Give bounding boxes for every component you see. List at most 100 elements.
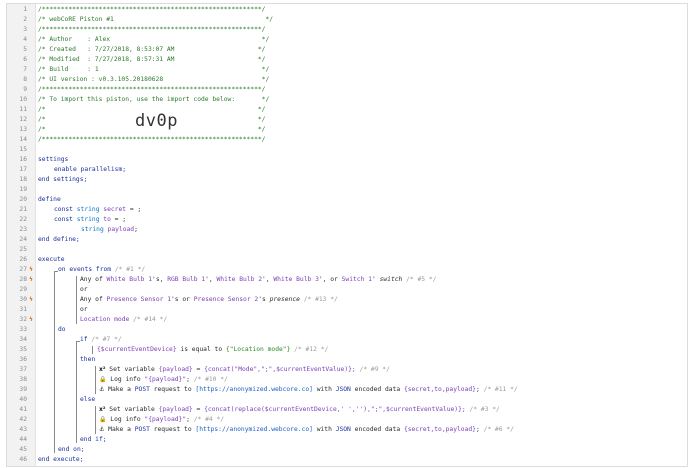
header-border: /***************************************… — [38, 6, 266, 13]
header-border: /***************************************… — [38, 26, 266, 33]
request-url[interactable]: [https://anonymized.webcore.co] — [195, 426, 313, 433]
request-url[interactable]: [https://anonymized.webcore.co] — [195, 386, 313, 393]
line-number: 41 — [19, 406, 27, 413]
line-number: 24 — [19, 236, 27, 243]
comment-6: /* #6 */ — [483, 426, 514, 433]
const-keyword: const — [54, 206, 77, 213]
if-condition[interactable]: {$currentEventDevice} is equal to {"Loca… — [97, 346, 328, 356]
line-number: 43 — [19, 426, 27, 433]
device-separator: ', or — [318, 276, 342, 283]
trigger-bolt-icon: ϟ — [29, 266, 33, 273]
log-info-action[interactable]: 🔒 Log info "{payload}"; /* #10 */ — [99, 376, 228, 386]
define-end: end define; — [38, 236, 80, 243]
set-variable-text: Set variable — [105, 406, 159, 413]
log-info-text: Log info — [106, 416, 145, 423]
line-number: 13 — [19, 126, 27, 133]
comment-3: /* #3 */ — [469, 406, 500, 413]
location-mode[interactable]: Location mode — [80, 316, 129, 323]
if-guide — [76, 341, 77, 443]
set-variable-action[interactable]: x² Set variable {payload} = {concat(repl… — [99, 406, 500, 416]
comment-5: /* #5 */ — [406, 276, 437, 283]
header-modified: /* Modified : 7/27/2018, 8:57:31 AM */ — [38, 56, 266, 63]
event-condition-presence[interactable]: Any of Presence Sensor 1's or Presence S… — [80, 296, 338, 306]
with-text: with — [312, 386, 336, 393]
set-variable-action[interactable]: x² Set variable {payload} = {concat("Mod… — [99, 366, 390, 376]
device-rgb-bulb-1[interactable]: RGB Bulb 1 — [167, 276, 205, 283]
payload-variable: {payload} — [158, 366, 193, 373]
header-import-line: /* To import this piston, use the import… — [38, 96, 270, 103]
json-format: JSON — [335, 426, 351, 433]
http-request-action[interactable]: ⚓ Make a POST request to [https://anonym… — [99, 386, 518, 396]
device-white-bulb-3[interactable]: White Bulb 3 — [273, 276, 319, 283]
semicolon: ; — [134, 226, 138, 233]
line-number: 28 — [19, 276, 27, 283]
variable-secret: secret — [99, 206, 127, 213]
line-number: 8 — [23, 76, 27, 83]
log-payload: "{payload}" — [144, 376, 187, 383]
settings-keyword[interactable]: settings — [38, 156, 68, 166]
device-presence-sensor-1[interactable]: Presence Sensor 1 — [107, 296, 171, 303]
device-switch-1[interactable]: Switch 1 — [342, 276, 372, 283]
event-condition-switches[interactable]: Any of White Bulb 1's, RGB Bulb 1', Whit… — [80, 276, 436, 286]
event-condition-location[interactable]: Location mode /* #14 */ — [80, 316, 167, 326]
set-variable-text: Set variable — [105, 366, 159, 373]
const-keyword: const — [54, 216, 77, 223]
else-keyword: else — [80, 396, 96, 403]
assign-op: = ; — [126, 206, 142, 213]
line-number: 10 — [19, 96, 27, 103]
code-editor: 1 2 3 4 5 6 7 8 9 10 11 12 13 14 15 16 17 18 19 20 21 22 23 24 2… — [6, 3, 688, 467]
line-number: 45 — [19, 446, 27, 453]
line-number: 32 — [19, 316, 27, 323]
define-to[interactable]: const string to = ; — [54, 216, 126, 226]
json-format: JSON — [335, 386, 351, 393]
log-info-action[interactable]: 🔒 Log info "{payload}"; /* #4 */ — [99, 416, 224, 426]
line-number: 19 — [19, 186, 27, 193]
line-number: 29 — [19, 286, 27, 293]
assign-op: = ; — [110, 216, 127, 223]
request-data: {secret,to,payload} — [403, 386, 476, 393]
if-statement[interactable]: if /* #7 */ — [80, 336, 122, 346]
encoded-text: encoded data — [350, 426, 404, 433]
on-events-guide — [54, 271, 55, 453]
device-white-bulb-2[interactable]: White Bulb 2 — [217, 276, 263, 283]
or-operator[interactable]: or — [80, 286, 88, 296]
device-separator: ' — [371, 276, 380, 283]
post-method: POST — [134, 426, 150, 433]
line-number: 21 — [19, 206, 27, 213]
define-secret[interactable]: const string secret = ; — [54, 206, 141, 216]
line-number: 11 — [19, 106, 27, 113]
device-presence-sensor-2[interactable]: Presence Sensor 2 — [194, 296, 258, 303]
header-title: /* webCoRE Piston #1 */ — [38, 16, 274, 23]
define-payload[interactable]: string payload; — [81, 226, 138, 236]
line-number: 27 — [19, 266, 27, 273]
comment-4: /* #4 */ — [193, 416, 225, 423]
http-request-action[interactable]: ⚓ Make a POST request to [https://anonym… — [99, 426, 514, 436]
line-number: 23 — [19, 226, 27, 233]
line-number: 35 — [19, 346, 27, 353]
if-keyword: if — [80, 336, 88, 343]
request-data: {secret,to,payload} — [403, 426, 476, 433]
request-to-text: request to — [149, 386, 196, 393]
or-operator[interactable]: or — [80, 306, 88, 316]
variable-to: to — [99, 216, 111, 223]
comment-7: /* #7 */ — [91, 336, 122, 343]
payload-variable: {payload} — [158, 406, 193, 413]
post-method: POST — [134, 386, 150, 393]
concat-expression: {concat(replace($currentEventDevice,' ',… — [204, 406, 466, 413]
on-events-statement[interactable]: on events from /* #1 */ — [58, 266, 145, 276]
line-number: 7 — [23, 66, 27, 73]
settings-parallelism[interactable]: enable parallelism; — [54, 166, 126, 176]
device-white-bulb-1[interactable]: White Bulb 1 — [107, 276, 153, 283]
end-if: end if; — [80, 436, 107, 443]
import-code[interactable]: dv0p — [135, 110, 178, 132]
line-number: 6 — [23, 56, 27, 63]
condition-value: {"Location mode"} — [225, 346, 291, 353]
condition-guide — [92, 346, 93, 354]
device-separator: 's or — [171, 296, 194, 303]
header-border: /***************************************… — [38, 136, 266, 143]
device-separator: 's, — [152, 276, 168, 283]
any-of-text: Any of — [80, 296, 107, 303]
trigger-bolt-icon: ϟ — [29, 276, 33, 283]
header-ui-version: /* UI version : v0.3.105.20180628 */ — [38, 76, 270, 83]
line-number-gutter: 1 2 3 4 5 6 7 8 9 10 11 12 13 14 15 16 17 18 19 20 21 22 23 24 2… — [7, 4, 36, 466]
